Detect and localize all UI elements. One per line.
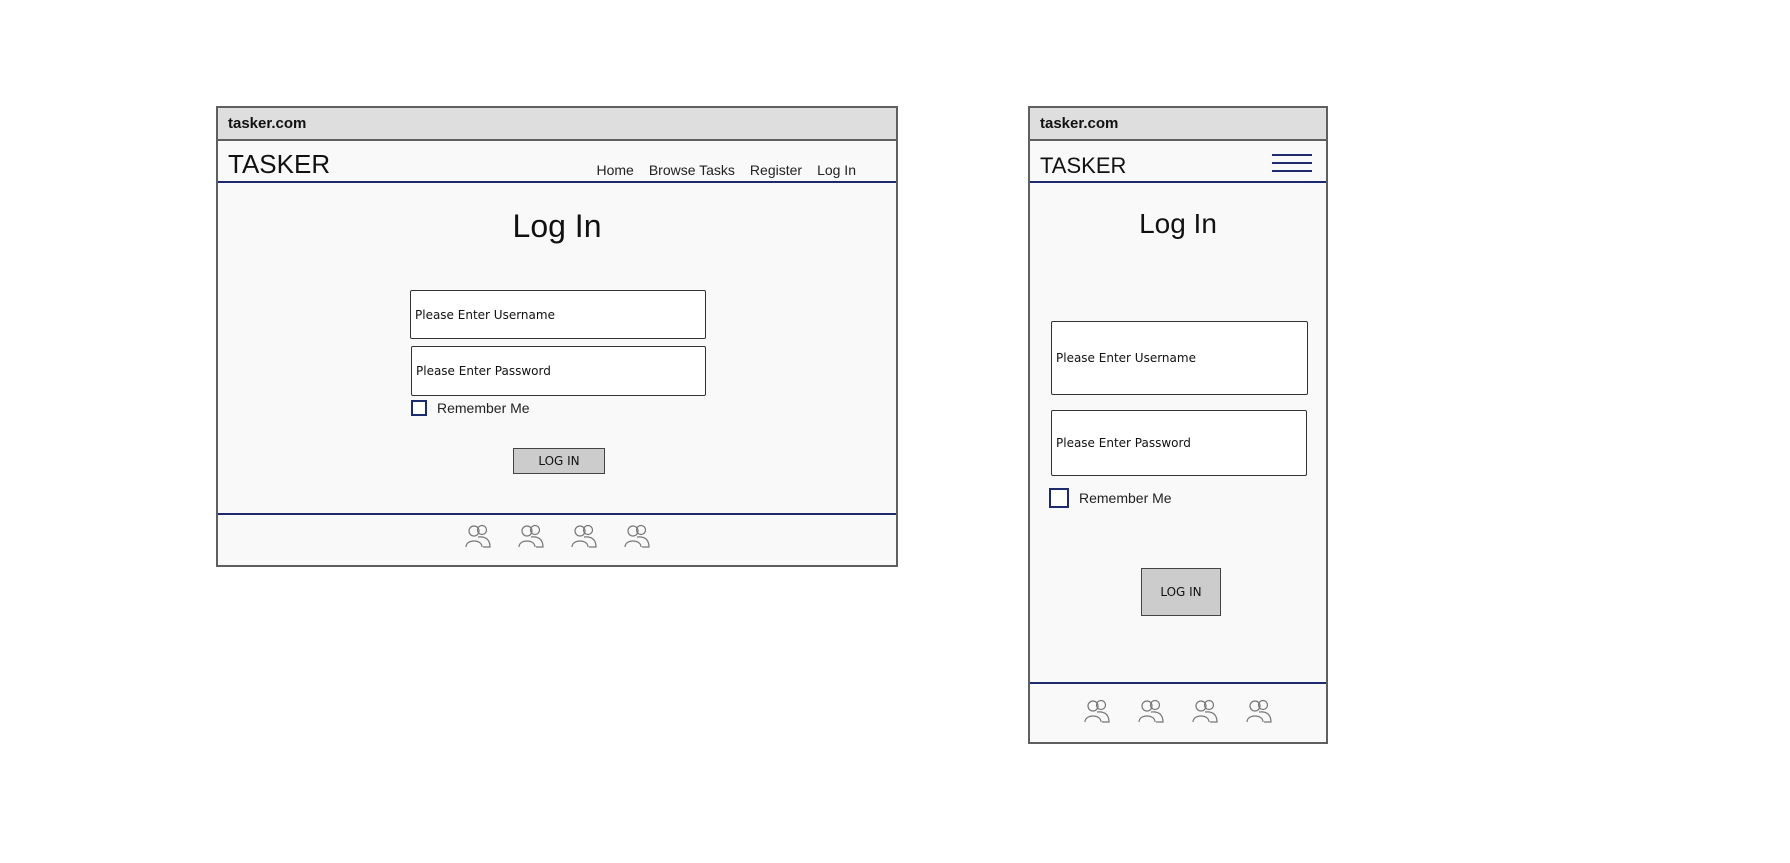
nav-link-home[interactable]: Home — [596, 162, 633, 178]
remember-me-checkbox[interactable] — [411, 400, 427, 416]
users-icon[interactable] — [1245, 698, 1273, 724]
password-field[interactable]: Please Enter Password — [1051, 410, 1307, 476]
remember-me-checkbox[interactable] — [1049, 488, 1069, 508]
footer-icons — [1030, 698, 1326, 724]
hamburger-menu-icon[interactable] — [1272, 154, 1312, 174]
page-title: Log In — [1139, 208, 1217, 239]
remember-me-label: Remember Me — [437, 400, 530, 416]
login-button[interactable]: LOG IN — [1141, 568, 1221, 616]
username-field[interactable]: Please Enter Username — [410, 290, 706, 339]
username-placeholder: Please Enter Username — [1056, 351, 1196, 365]
users-icon[interactable] — [623, 523, 651, 549]
users-icon[interactable] — [464, 523, 492, 549]
navbar: TASKER — [1030, 141, 1326, 183]
mobile-browser-frame: tasker.com TASKER Log In Please Enter Us… — [1028, 106, 1328, 744]
footer-icons — [218, 523, 896, 549]
username-placeholder: Please Enter Username — [415, 307, 555, 322]
nav-link-register[interactable]: Register — [750, 162, 802, 178]
brand-logo[interactable]: TASKER — [1040, 153, 1126, 179]
desktop-browser-frame: tasker.com TASKER Home Browse Tasks Regi… — [216, 106, 898, 567]
remember-me: Remember Me — [1049, 488, 1172, 508]
users-icon[interactable] — [517, 523, 545, 549]
username-field[interactable]: Please Enter Username — [1051, 321, 1308, 395]
navbar: TASKER Home Browse Tasks Register Log In — [218, 141, 896, 183]
password-placeholder: Please Enter Password — [1056, 436, 1191, 450]
page-title: Log In — [512, 208, 602, 244]
users-icon[interactable] — [1137, 698, 1165, 724]
users-icon[interactable] — [1083, 698, 1111, 724]
footer — [1030, 682, 1326, 742]
remember-me-label: Remember Me — [1079, 490, 1172, 506]
footer — [218, 513, 896, 565]
address-bar[interactable]: tasker.com — [1030, 108, 1326, 141]
password-placeholder: Please Enter Password — [416, 364, 551, 378]
users-icon[interactable] — [570, 523, 598, 549]
remember-me: Remember Me — [411, 400, 530, 416]
nav-link-log-in[interactable]: Log In — [817, 162, 856, 178]
nav-links: Home Browse Tasks Register Log In — [596, 162, 856, 178]
brand-logo[interactable]: TASKER — [228, 149, 330, 180]
address-bar[interactable]: tasker.com — [218, 108, 896, 141]
users-icon[interactable] — [1191, 698, 1219, 724]
nav-link-browse-tasks[interactable]: Browse Tasks — [649, 162, 735, 178]
login-button[interactable]: LOG IN — [513, 448, 605, 474]
password-field[interactable]: Please Enter Password — [411, 346, 706, 396]
